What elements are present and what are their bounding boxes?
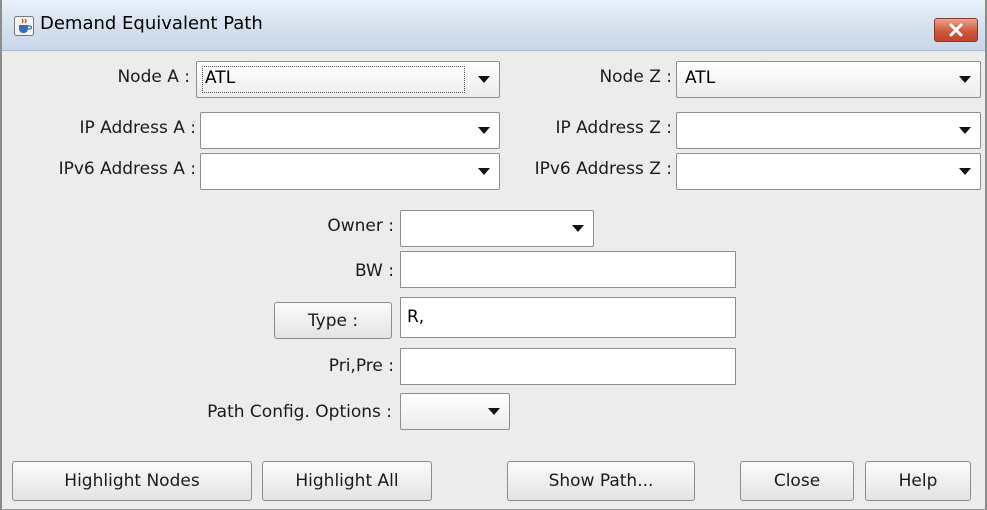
chevron-down-icon — [950, 113, 980, 148]
chevron-down-icon — [469, 62, 499, 97]
chevron-down-icon — [469, 113, 499, 148]
chevron-down-icon — [950, 62, 980, 97]
ipv6-address-z-label: IPv6 Address Z : — [534, 159, 672, 179]
bw-label: BW : — [355, 261, 394, 281]
chevron-down-icon — [563, 211, 593, 246]
highlight-nodes-button[interactable]: Highlight Nodes — [12, 461, 252, 501]
title-bar[interactable]: Demand Equivalent Path — [2, 0, 985, 51]
owner-label: Owner : — [327, 216, 394, 236]
java-cup-icon — [14, 16, 34, 36]
focus-ring — [202, 66, 465, 93]
node-a-combo[interactable]: ATL — [196, 61, 500, 98]
type-button[interactable]: Type : — [274, 302, 392, 339]
path-config-combo[interactable] — [400, 393, 510, 430]
bw-field[interactable] — [400, 251, 736, 288]
window-title: Demand Equivalent Path — [40, 13, 263, 34]
pri-pre-label: Pri,Pre : — [328, 356, 394, 376]
node-z-label: Node Z : — [599, 67, 672, 87]
close-button[interactable]: Close — [740, 461, 854, 501]
highlight-all-button[interactable]: Highlight All — [262, 461, 432, 501]
dialog-window: Demand Equivalent Path Node A : ATL Node… — [0, 0, 987, 510]
owner-combo[interactable] — [400, 210, 594, 247]
type-value: R, — [407, 307, 425, 327]
chevron-down-icon — [950, 154, 980, 189]
show-path-button[interactable]: Show Path... — [507, 461, 695, 501]
chevron-down-icon — [479, 394, 509, 429]
node-z-combo[interactable]: ATL — [676, 61, 981, 98]
ip-address-a-combo[interactable] — [200, 112, 500, 149]
ipv6-address-a-combo[interactable] — [200, 153, 500, 190]
path-config-label: Path Config. Options : — [207, 402, 392, 422]
ip-address-z-combo[interactable] — [676, 112, 981, 149]
chevron-down-icon — [469, 154, 499, 189]
window-close-button[interactable] — [934, 18, 978, 42]
help-button[interactable]: Help — [865, 461, 971, 501]
pri-pre-field[interactable] — [400, 348, 736, 385]
node-z-value: ATL — [685, 68, 716, 88]
ipv6-address-z-combo[interactable] — [676, 153, 981, 190]
ip-address-a-label: IP Address A : — [79, 118, 196, 138]
dialog-content: Node A : ATL Node Z : ATL IP Address A :… — [2, 51, 985, 509]
ipv6-address-a-label: IPv6 Address A : — [58, 159, 196, 179]
node-a-label: Node A : — [117, 67, 190, 87]
node-a-value: ATL — [205, 68, 236, 88]
ip-address-z-label: IP Address Z : — [555, 118, 672, 138]
type-field[interactable]: R, — [400, 297, 736, 338]
close-icon — [949, 23, 963, 37]
